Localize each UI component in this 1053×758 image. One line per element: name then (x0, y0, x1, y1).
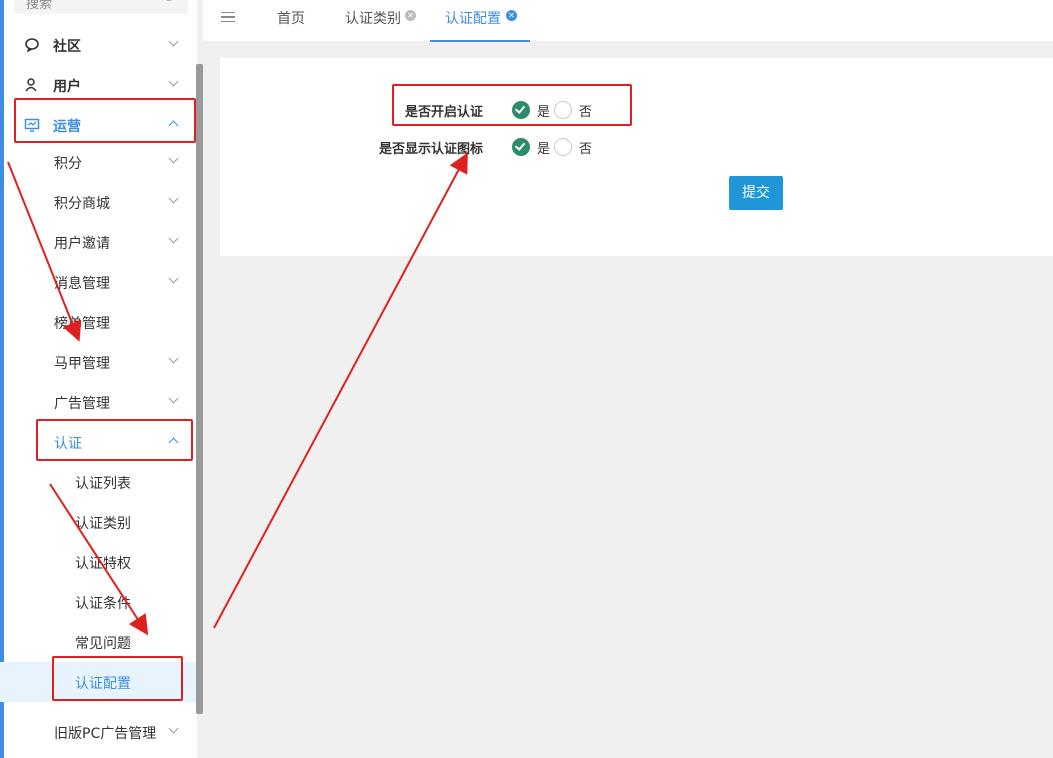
chevron-down-icon (168, 36, 179, 47)
sidebar-item-user-invite[interactable]: 用户邀请 (0, 222, 197, 262)
sidebar-item-points[interactable]: 积分 (0, 142, 197, 182)
chevron-down-icon (168, 153, 179, 164)
submit-button[interactable]: 提交 (729, 176, 783, 210)
tab-home[interactable]: 首页 (277, 0, 317, 42)
sidebar-item-label: 认证列表 (75, 476, 131, 492)
sidebar-item-label: 消息管理 (54, 276, 110, 292)
radio-yes-label[interactable]: 是 (537, 138, 550, 157)
sidebar-item-ads[interactable]: 广告管理 (0, 382, 197, 422)
tab-label: 认证类别 (345, 11, 401, 27)
sidebar-item-label: 积分 (54, 156, 82, 172)
form-label: 是否显示认证图标 (378, 142, 483, 157)
annotation-box-operations (14, 98, 196, 143)
search-icon[interactable] (164, 0, 174, 1)
sidebar-item-label: 认证条件 (75, 596, 131, 612)
tab-label: 认证配置 (445, 11, 501, 27)
radio-no[interactable] (554, 138, 572, 156)
form-row-enable-cert: 是否开启认证 是 否 (220, 97, 1053, 125)
chevron-down-icon (168, 76, 179, 87)
sidebar-item-label: 旧版PC广告管理 (54, 726, 157, 742)
chevron-down-icon (168, 273, 179, 284)
sidebar-item-cert-condition[interactable]: 认证条件 (0, 582, 197, 622)
close-icon[interactable]: ✕ (506, 10, 517, 21)
annotation-box-certification (36, 419, 193, 461)
sidebar-item-cert-privilege[interactable]: 认证特权 (0, 542, 197, 582)
close-icon[interactable]: ✕ (405, 10, 416, 21)
annotation-box-enable-cert (392, 84, 632, 126)
sidebar-item-label: 积分商城 (54, 196, 110, 212)
chevron-down-icon (168, 353, 179, 364)
tab-label: 首页 (277, 11, 305, 27)
search-placeholder: 搜索 (26, 0, 53, 12)
active-tab-indicator (430, 40, 530, 42)
sidebar-item-label: 马甲管理 (54, 356, 110, 372)
sidebar-item-points-mall[interactable]: 积分商城 (0, 182, 197, 222)
sidebar-item-label: 用户 (53, 79, 81, 95)
sidebar-item-label: 认证类别 (75, 516, 131, 532)
sidebar-item-cert-list[interactable]: 认证列表 (0, 462, 197, 502)
tab-bar: 首页 认证类别 ✕ 认证配置 ✕ (203, 0, 1053, 42)
sidebar-item-label: 广告管理 (54, 396, 110, 412)
users-icon (25, 78, 37, 92)
search-input[interactable]: 搜索 (14, 0, 188, 14)
chevron-down-icon (168, 193, 179, 204)
sidebar-item-label: 常见问题 (75, 636, 131, 652)
sidebar-scrollbar[interactable] (196, 64, 203, 714)
check-icon (514, 140, 526, 151)
sidebar-item-rankings[interactable]: 榜单管理 (0, 302, 197, 342)
annotation-box-cert-config (52, 656, 183, 701)
sidebar-item-cert-category[interactable]: 认证类别 (0, 502, 197, 542)
sidebar-item-label: 社区 (53, 39, 81, 55)
menu-collapse-icon[interactable] (221, 12, 235, 24)
chevron-down-icon (168, 393, 179, 404)
tab-cert-category[interactable]: 认证类别 ✕ (345, 0, 417, 42)
sidebar-item-community[interactable]: 社区 (0, 25, 197, 65)
sidebar-item-messages[interactable]: 消息管理 (0, 262, 197, 302)
form-row-show-cert-icon: 是否显示认证图标 是 否 (220, 134, 1053, 162)
tab-cert-config[interactable]: 认证配置 ✕ (430, 0, 530, 42)
sidebar-item-label: 榜单管理 (54, 316, 110, 332)
radio-no-label[interactable]: 否 (579, 138, 592, 157)
radio-yes[interactable] (512, 138, 530, 156)
chevron-down-icon (168, 723, 179, 734)
config-form-card: 是否开启认证 是 否 是否显示认证图标 是 否 提交 (220, 58, 1053, 256)
sidebar-item-label: 认证特权 (75, 556, 131, 572)
sidebar-item-vest[interactable]: 马甲管理 (0, 342, 197, 382)
sidebar-item-legacy-pc-ads[interactable]: 旧版PC广告管理 (0, 712, 197, 752)
sidebar-item-label: 用户邀请 (54, 236, 110, 252)
chat-icon (25, 38, 39, 53)
chevron-down-icon (168, 233, 179, 244)
app-root: 搜索 社区 用户 运营 积分 积分商城 用户邀请 消息管理 榜单管理 马甲管理 … (0, 0, 1053, 758)
